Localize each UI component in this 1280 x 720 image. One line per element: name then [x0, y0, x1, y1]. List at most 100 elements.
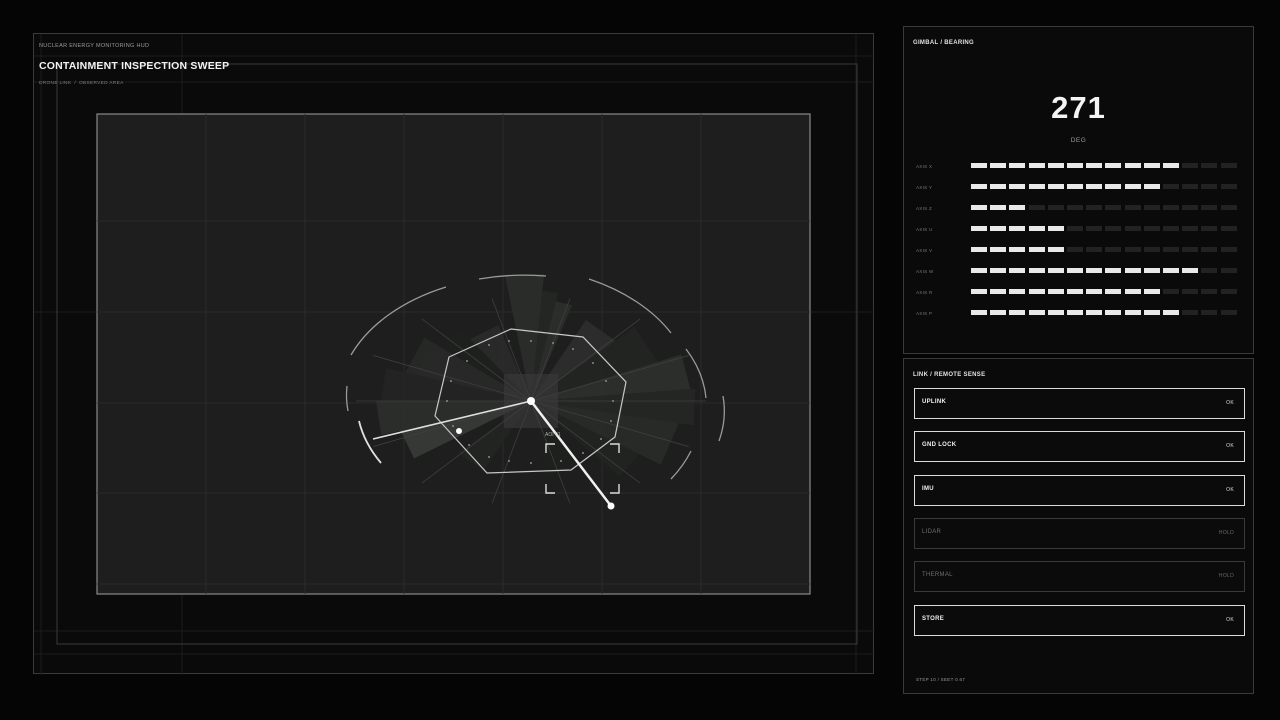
axis-level-segment: [971, 310, 987, 315]
link-row-uplink[interactable]: UPLINK OK: [914, 388, 1245, 419]
axis-label: AXIS W: [916, 269, 934, 274]
axis-level-segment: [1067, 163, 1083, 168]
sample-point: [582, 452, 584, 454]
axis-level-segment: [1163, 268, 1179, 273]
link-state: OK: [1226, 443, 1234, 450]
axis-level-segment: [1124, 289, 1141, 294]
link-state: HOLD: [1218, 529, 1234, 536]
axis-level-segment: [1182, 310, 1199, 315]
gimbal-panel: GIMBAL / BEARING 271 DEG AXIS X AXIS Y AXI…: [903, 26, 1254, 354]
axis-row: AXIS W: [916, 268, 1246, 274]
axis-level-segment: [990, 268, 1007, 273]
axis-row: AXIS Z: [916, 205, 1246, 211]
axis-label: AXIS Z: [916, 206, 933, 211]
axis-level-segment: [1009, 247, 1026, 252]
link-row-gnd-lock[interactable]: GND LOCK OK: [914, 431, 1245, 463]
axis-level-segment: [1220, 247, 1237, 252]
target-endpoint-icon: [607, 502, 615, 510]
axis-level-segment: [1009, 289, 1026, 294]
axis-level-segment: [1047, 205, 1064, 210]
axis-row: AXIS Y: [916, 184, 1246, 190]
axis-level-segment: [1143, 163, 1160, 168]
link-name: STORE: [922, 615, 945, 622]
axis-level-segment: [1220, 268, 1237, 273]
link-row-store[interactable]: STORE OK: [914, 604, 1245, 636]
axis-level-segment: [1220, 289, 1237, 294]
drone-position-icon: [527, 397, 535, 405]
axis-level-segment: [1105, 205, 1122, 210]
axis-level-segment: [1124, 268, 1141, 273]
axis-level-segment: [1220, 163, 1237, 168]
breadcrumb-item[interactable]: OBSERVED AREA: [79, 81, 124, 86]
axis-level-segment: [1143, 247, 1160, 252]
sample-point: [450, 380, 452, 382]
axis-row: AXIS R: [916, 289, 1246, 295]
axis-level-segment: [1124, 310, 1141, 315]
axis-level-segment: [1163, 205, 1179, 210]
axis-level-segment: [1086, 247, 1103, 252]
axis-level-segment: [1086, 163, 1103, 168]
axis-level-segment: [1047, 163, 1064, 168]
axis-level-segment: [1143, 184, 1160, 189]
axis-label: AXIS X: [916, 164, 933, 169]
axis-level-segment: [1163, 184, 1179, 189]
link-state: HOLD: [1218, 573, 1234, 580]
inspection-viewport: AOI 01: [34, 34, 875, 675]
axis-level-segment: [1143, 310, 1160, 315]
hud-main-panel: AOI 01 NUCLEAR ENERGY MONITORING HUD CON…: [33, 33, 875, 675]
axis-level-segment: [971, 205, 987, 210]
sample-point: [612, 400, 614, 402]
axis-level-segment: [1086, 289, 1103, 294]
axis-level-segment: [1067, 184, 1083, 189]
axis-level-segment: [1201, 289, 1218, 294]
axis-level-segment: [1105, 310, 1122, 315]
hud-label: NUCLEAR ENERGY MONITORING HUD: [39, 43, 150, 49]
sample-point: [572, 348, 574, 350]
link-panel-title: LINK / REMOTE SENSE: [913, 372, 986, 378]
sample-point: [530, 340, 532, 342]
axis-level-segment: [1067, 268, 1083, 273]
axis-level-segment: [1067, 310, 1083, 315]
link-state: OK: [1226, 486, 1234, 493]
axis-level-segment: [1220, 226, 1237, 231]
link-panel: LINK / REMOTE SENSE UPLINK OK GND LOCK OK IM…: [903, 358, 1254, 694]
link-row-lidar[interactable]: LIDAR HOLD: [914, 517, 1245, 549]
breadcrumb-item[interactable]: DRONE LINK: [39, 81, 71, 86]
axis-level-segment: [1201, 247, 1218, 252]
axis-level-segment: [1067, 247, 1083, 252]
axis-level-segment: [990, 289, 1007, 294]
link-state: OK: [1226, 400, 1234, 406]
axis-level-segment: [1009, 310, 1026, 315]
axis-row: AXIS U: [916, 226, 1246, 232]
sample-point: [530, 462, 532, 464]
axis-level-segment: [1182, 289, 1199, 294]
axis-level-segment: [1047, 268, 1064, 273]
axis-level-segment: [1163, 163, 1179, 168]
axis-level-segment: [1163, 247, 1179, 252]
sample-point: [452, 425, 454, 427]
axis-label: AXIS U: [916, 227, 933, 232]
axis-level-segment: [1086, 226, 1103, 231]
axis-level-segment: [990, 310, 1007, 315]
link-row-thermal[interactable]: THERMAL HOLD: [914, 561, 1245, 593]
axis-level-segment: [1047, 226, 1064, 231]
link-state: OK: [1226, 616, 1234, 623]
axis-level-segment: [1009, 268, 1026, 273]
axis-label: AXIS P: [916, 311, 933, 316]
axis-level-segment: [1105, 247, 1122, 252]
axis-level-segment: [1182, 184, 1199, 189]
axis-level-segment: [971, 184, 987, 189]
axis-level-segment: [1163, 289, 1179, 294]
axis-row: AXIS X: [916, 163, 1246, 169]
bearing-unit: DEG: [1070, 137, 1087, 144]
link-row-imu[interactable]: IMU OK: [914, 474, 1245, 506]
axis-level-segment: [1124, 184, 1141, 189]
sample-point: [488, 344, 490, 346]
axis-level-segment: [1009, 205, 1026, 210]
axis-level-segment: [1201, 268, 1218, 273]
axis-level-segment: [1009, 226, 1026, 231]
step-footer: STEP 10 / SEET 0.67: [916, 677, 966, 682]
axis-level-segment: [1220, 184, 1237, 189]
axis-level-segment: [1201, 310, 1218, 315]
axis-level-segment: [1124, 205, 1141, 210]
